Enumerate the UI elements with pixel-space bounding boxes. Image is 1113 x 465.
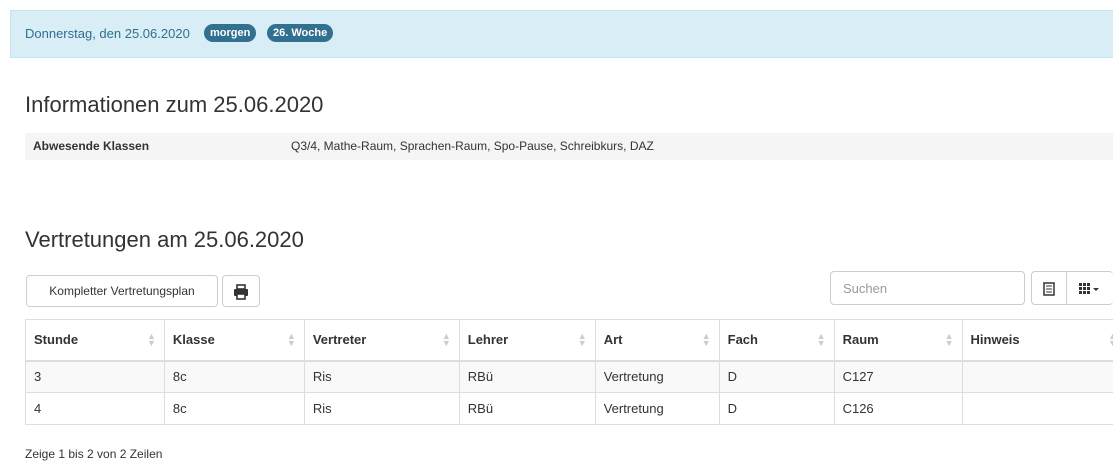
cell-vertreter: Ris (303, 360, 460, 393)
cell-hinweis (961, 360, 1113, 393)
column-header-vertreter[interactable]: Vertreter ▲ ▼ (303, 319, 460, 362)
column-header-klasse[interactable]: Klasse ▲ ▼ (163, 319, 305, 362)
sort-icon: ▲ ▼ (441, 331, 451, 348)
date-banner: Donnerstag, den 25.06.2020 morgen 26. Wo… (10, 10, 1113, 58)
column-header-lehrer[interactable]: Lehrer ▲ ▼ (458, 319, 596, 362)
column-label: Klasse (172, 332, 215, 348)
table-row: 4 8c Ris RBü Vertretung D C126 (25, 392, 1113, 425)
table-row: 3 8c Ris RBü Vertretung D C127 (25, 360, 1113, 393)
cell-art: Vertretung (594, 360, 720, 393)
sort-icon: ▲ ▼ (1108, 331, 1113, 348)
substitutions-table: Stunde ▲ ▼ Klasse ▲ ▼ Vertreter ▲ ▼ Lehrer ▲ ▼ A… (25, 319, 1113, 425)
column-header-art[interactable]: Art ▲ ▼ (594, 319, 720, 362)
column-label: Lehrer (467, 332, 509, 348)
list-view-button[interactable] (1031, 271, 1067, 305)
pagination-info: Zeige 1 bis 2 von 2 Zeilen (25, 447, 163, 461)
info-title: Informationen zum 25.06.2020 (25, 92, 324, 117)
columns-toggle-button[interactable] (1066, 271, 1113, 305)
list-view-icon (1043, 282, 1055, 296)
cell-klasse: 8c (163, 360, 305, 393)
absent-classes-value: Q3/4, Mathe-Raum, Sprachen-Raum, Spo-Pau… (291, 139, 654, 153)
column-header-raum[interactable]: Raum ▲ ▼ (833, 319, 963, 362)
column-header-hinweis[interactable]: Hinweis ▲ ▼ (961, 319, 1113, 362)
sort-icon: ▲ ▼ (577, 331, 587, 348)
week-badge: 26. Woche (267, 24, 334, 42)
column-label: Stunde (34, 332, 79, 348)
print-button[interactable] (222, 275, 260, 307)
cell-hinweis (961, 392, 1113, 425)
cell-raum: C126 (833, 392, 963, 425)
sort-icon: ▲ ▼ (944, 331, 954, 348)
absent-classes-row: Abwesende Klassen Q3/4, Mathe-Raum, Spra… (25, 133, 1113, 160)
column-header-fach[interactable]: Fach ▲ ▼ (718, 319, 835, 362)
table-header-row: Stunde ▲ ▼ Klasse ▲ ▼ Vertreter ▲ ▼ Lehrer ▲ ▼ A… (25, 319, 1113, 362)
cell-lehrer: RBü (458, 392, 596, 425)
day-badge: morgen (204, 24, 257, 42)
column-label: Fach (727, 332, 758, 348)
cell-vertreter: Ris (303, 392, 460, 425)
column-label: Art (603, 332, 623, 348)
cell-stunde: 4 (25, 392, 165, 425)
absent-classes-label: Abwesende Klassen (33, 139, 150, 153)
column-header-stunde[interactable]: Stunde ▲ ▼ (25, 319, 165, 362)
substitutions-title: Vertretungen am 25.06.2020 (25, 227, 304, 252)
cell-fach: D (718, 392, 835, 425)
search-input[interactable] (830, 271, 1025, 305)
column-label: Vertreter (312, 332, 367, 348)
column-label: Hinweis (970, 332, 1020, 348)
sort-icon: ▲ ▼ (816, 331, 826, 348)
current-date: Donnerstag, den 25.06.2020 (25, 26, 190, 41)
cell-klasse: 8c (163, 392, 305, 425)
columns-icon (1079, 283, 1099, 294)
cell-fach: D (718, 360, 835, 393)
cell-art: Vertretung (594, 392, 720, 425)
sort-icon: ▲ ▼ (147, 331, 156, 348)
sort-icon: ▲ ▼ (701, 331, 711, 348)
sort-icon: ▲ ▼ (286, 331, 296, 348)
cell-raum: C127 (833, 360, 963, 393)
column-label: Raum (842, 332, 879, 348)
full-plan-button[interactable]: Kompletter Vertretungsplan (26, 275, 218, 307)
cell-lehrer: RBü (458, 360, 596, 393)
print-icon (234, 284, 248, 300)
cell-stunde: 3 (25, 360, 165, 393)
